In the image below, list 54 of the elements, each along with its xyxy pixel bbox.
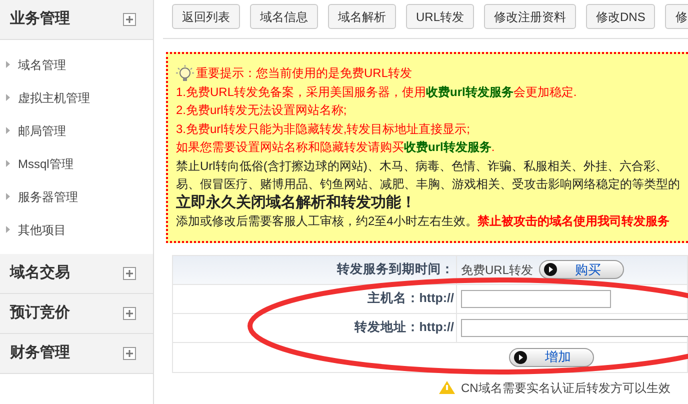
input-field[interactable] xyxy=(461,318,688,336)
notice-text: 易、假冒医疗、赌博用品、钓鱼网站、减肥、丰胸、游戏相关、受攻击影响网络稳定的等类型的 xyxy=(176,176,681,193)
field-label: 转发地址：http:// xyxy=(354,319,454,336)
sidebar-item[interactable]: 服务器管理 xyxy=(0,180,153,213)
field-label: 主机名：http:// xyxy=(367,290,454,308)
notice-text: 如果您需要设置网站名称和隐藏转发请购买收费url转发服务. xyxy=(176,139,496,156)
expand-icon[interactable] xyxy=(123,307,136,320)
field-label: 转发服务到期时间： xyxy=(337,261,454,278)
notice-text: 3.免费url转发只能为非隐藏转发,转发目标地址直接显示; xyxy=(176,120,472,138)
section-title[interactable]: 业务管理 xyxy=(10,8,70,31)
input-field[interactable] xyxy=(461,290,611,308)
triangle-icon xyxy=(6,61,10,68)
sidebar-section-header[interactable]: 业务管理 xyxy=(0,0,153,40)
sidebar-item[interactable]: Mssql管理 xyxy=(0,147,153,180)
notice-text: 2.免费url转发无法设置网站名称; xyxy=(176,102,348,119)
toolbar-button[interactable]: 域名信息 xyxy=(250,4,318,29)
notice-text: 禁止Url转向低俗(含打擦边球的网站)、木马、病毒、色情、诈骗、私服相关、外挂、六合彩、 xyxy=(176,158,668,174)
sidebar-item[interactable]: 虚拟主机管理 xyxy=(0,81,153,114)
section-title[interactable]: 财务管理 xyxy=(10,342,70,365)
note-text: CN域名需要实名认证后转发方可以生效 xyxy=(461,380,670,396)
sidebar-item[interactable]: 其他项目 xyxy=(0,213,153,246)
triangle-icon xyxy=(6,94,10,101)
warning-icon xyxy=(439,381,455,394)
toolbar-button[interactable]: 返回列表 xyxy=(172,4,240,29)
alert-text: 禁止被攻击的域名使用我司转发服务 xyxy=(477,213,670,230)
toolbar-button[interactable]: 修改注册资料 xyxy=(484,4,576,29)
section-title[interactable]: 预订竞价 xyxy=(10,302,70,325)
expand-icon[interactable] xyxy=(123,13,136,26)
notice-text: 添加或修改后需要客服人工审核，约2至4小时左右生效。 xyxy=(176,213,478,230)
section-title[interactable]: 域名交易 xyxy=(10,262,70,285)
toolbar-button[interactable]: 域名解析 xyxy=(328,4,396,29)
notice-text: 1.免费URL转发免备案，采用美国服务器，使用收费url转发服务会更加稳定. xyxy=(176,84,578,100)
notice-text: 立即永久关闭域名解析和转发功能！ xyxy=(176,194,417,212)
field-value: 免费URL转发 xyxy=(461,262,534,278)
toolbar-button[interactable]: 修 xyxy=(665,4,688,29)
action-button[interactable]: 增加 xyxy=(509,348,594,366)
expand-icon[interactable] xyxy=(123,347,136,360)
triangle-icon xyxy=(6,160,10,167)
toolbar-button[interactable]: URL转发 xyxy=(406,4,474,29)
play-circle-icon xyxy=(544,263,558,276)
play-circle-icon xyxy=(514,350,527,364)
triangle-icon xyxy=(6,127,10,134)
sidebar-section-header[interactable]: 域名交易 xyxy=(0,254,153,294)
lightbulb-icon xyxy=(176,64,194,82)
toolbar-button[interactable]: 修改DNS xyxy=(586,4,656,29)
expand-icon[interactable] xyxy=(123,267,136,280)
sidebar-section-header[interactable]: 预订竞价 xyxy=(0,294,153,334)
action-button[interactable]: 购买 xyxy=(539,260,624,279)
sidebar-item[interactable]: 邮局管理 xyxy=(0,114,153,147)
notice-title: 重要提示：您当前使用的是免费URL转发 xyxy=(196,65,412,82)
sidebar-section-header[interactable]: 财务管理 xyxy=(0,334,153,374)
triangle-icon xyxy=(6,193,10,200)
triangle-icon xyxy=(6,226,10,233)
sidebar-item[interactable]: 域名管理 xyxy=(0,48,153,81)
